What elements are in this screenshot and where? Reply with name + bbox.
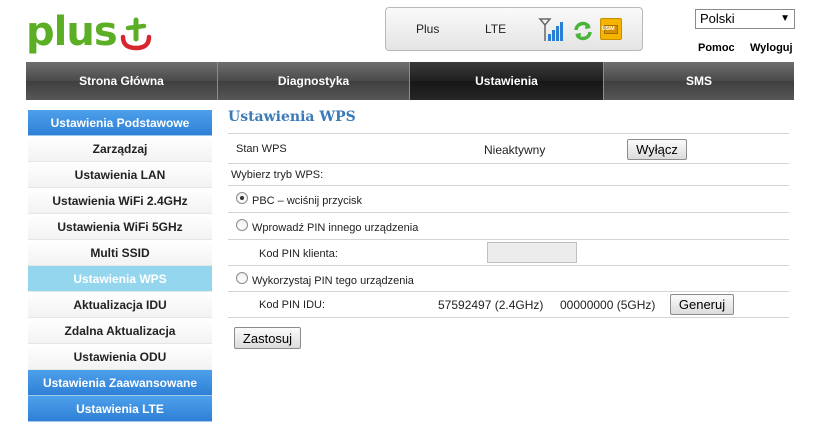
- wps-mode-label: Wybierz tryb WPS:: [231, 169, 324, 181]
- page-title: Ustawienia WPS: [228, 108, 789, 134]
- sidebar-item-wifi-5[interactable]: Ustawienia WiFi 5GHz: [28, 214, 212, 240]
- sidebar-item-manage[interactable]: Zarządzaj: [28, 136, 212, 162]
- plus-logo-icon: [120, 17, 151, 51]
- sidebar-item-wifi-24[interactable]: Ustawienia WiFi 2.4GHz: [28, 188, 212, 214]
- sidebar-item-idu-update[interactable]: Aktualizacja IDU: [28, 292, 212, 318]
- wps-status-label: Stan WPS: [236, 143, 287, 155]
- pbc-option-row: PBC – wciśnij przycisk: [228, 186, 789, 213]
- client-pin-input[interactable]: [487, 242, 577, 263]
- sync-icon: [574, 21, 592, 41]
- logo-text: plus: [26, 9, 118, 55]
- idu-pin-5ghz: 00000000 (5GHz): [560, 298, 656, 312]
- operator-name: Plus: [416, 22, 440, 36]
- plus-logo: plus: [26, 10, 153, 54]
- help-link[interactable]: Pomoc: [698, 42, 735, 54]
- tab-settings[interactable]: Ustawienia: [410, 62, 604, 100]
- settings-sidebar: Ustawienia Podstawowe Zarządzaj Ustawien…: [28, 110, 212, 422]
- tab-diagnostics[interactable]: Diagnostyka: [218, 62, 410, 100]
- pbc-radio[interactable]: [236, 192, 248, 204]
- sim-label: USIM: [602, 26, 615, 32]
- client-pin-row: Kod PIN klienta:: [228, 240, 789, 266]
- sim-card-icon: USIM: [600, 18, 622, 40]
- client-pin-option-label: Wprowadź PIN innego urządzenia: [252, 222, 419, 234]
- sidebar-item-lan[interactable]: Ustawienia LAN: [28, 162, 212, 188]
- network-type: LTE: [485, 22, 507, 36]
- connection-status-panel: Plus LTE USIM: [385, 7, 643, 51]
- logout-link[interactable]: Wyloguj: [750, 42, 793, 54]
- device-pin-radio[interactable]: [236, 272, 248, 284]
- sidebar-item-multi-ssid[interactable]: Multi SSID: [28, 240, 212, 266]
- idu-pin-24ghz: 57592497 (2.4GHz): [438, 298, 544, 312]
- client-pin-radio[interactable]: [236, 219, 248, 231]
- generate-pin-button[interactable]: Generuj: [670, 294, 734, 315]
- wps-status-row: Stan WPS Nieaktywny Wyłącz: [228, 134, 789, 164]
- language-select[interactable]: Polski ▼: [695, 9, 795, 29]
- apply-button[interactable]: Zastosuj: [234, 327, 301, 349]
- sidebar-group-advanced-settings[interactable]: Ustawienia Zaawansowane: [28, 370, 212, 396]
- tab-home[interactable]: Strona Główna: [26, 62, 218, 100]
- idu-pin-row: Kod PIN IDU: 57592497 (2.4GHz) 00000000 …: [228, 292, 789, 318]
- idu-pin-label: Kod PIN IDU:: [259, 299, 326, 311]
- language-selected: Polski: [700, 11, 735, 26]
- tab-sms[interactable]: SMS: [604, 62, 794, 100]
- dropdown-arrow-icon: ▼: [780, 13, 790, 24]
- wps-status-value: Nieaktywny: [484, 143, 546, 157]
- sidebar-item-odu[interactable]: Ustawienia ODU: [28, 344, 212, 370]
- sidebar-group-lte-settings[interactable]: Ustawienia LTE: [28, 396, 212, 422]
- pbc-label: PBC – wciśnij przycisk: [252, 195, 363, 207]
- wps-mode-row: Wybierz tryb WPS:: [228, 164, 789, 186]
- device-pin-option-row: Wykorzystaj PIN tego urządzenia: [228, 266, 789, 292]
- device-pin-option-label: Wykorzystaj PIN tego urządzenia: [252, 275, 414, 287]
- wps-settings-panel: Ustawienia WPS Stan WPS Nieaktywny Wyłąc…: [228, 108, 789, 349]
- sidebar-item-wps[interactable]: Ustawienia WPS: [28, 266, 212, 292]
- client-pin-label: Kod PIN klienta:: [259, 248, 338, 260]
- signal-strength-icon: [538, 18, 563, 41]
- sidebar-group-basic-settings[interactable]: Ustawienia Podstawowe: [28, 110, 212, 136]
- disable-wps-button[interactable]: Wyłącz: [627, 139, 687, 160]
- client-pin-option-row: Wprowadź PIN innego urządzenia: [228, 213, 789, 240]
- sidebar-item-remote-update[interactable]: Zdalna Aktualizacja: [28, 318, 212, 344]
- main-navigation: Strona Główna Diagnostyka Ustawienia SMS: [26, 62, 794, 100]
